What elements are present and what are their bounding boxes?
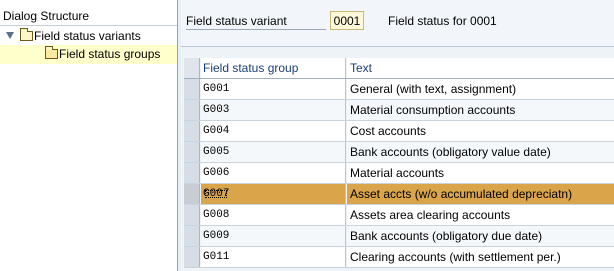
row-selector[interactable] <box>184 121 200 141</box>
tree-node-field-status-variants[interactable]: Field status variants <box>2 27 141 46</box>
table-row-selected[interactable]: G007 Asset accts (w/o accumulated deprec… <box>184 184 614 205</box>
header-area: Field status variant 0001 Field status f… <box>181 0 614 47</box>
row-selector[interactable] <box>184 226 200 246</box>
table-row[interactable]: G011 Clearing accounts (with settlement … <box>184 247 614 268</box>
table-header-row: Field status group Text <box>184 58 614 79</box>
row-selector[interactable] <box>184 184 200 204</box>
column-header-field-status-group[interactable]: Field status group <box>201 58 346 78</box>
text-cell[interactable]: Bank accounts (obligatory value date) <box>347 142 614 162</box>
text-cell[interactable]: Bank accounts (obligatory due date) <box>347 226 614 246</box>
focused-cell-value[interactable]: G007 <box>203 188 229 200</box>
text-cell[interactable]: Assets area clearing accounts <box>347 205 614 225</box>
dialog-structure-title: Dialog Structure <box>0 0 177 26</box>
field-status-variant-label: Field status variant <box>186 14 287 28</box>
field-status-group-cell[interactable]: G009 <box>201 226 346 246</box>
text-cell[interactable]: Asset accts (w/o accumulated depreciatn) <box>347 184 614 204</box>
field-status-groups-table: Field status group Text G001 General (wi… <box>184 58 614 268</box>
field-status-group-cell[interactable]: G004 <box>201 121 346 141</box>
folder-icon <box>20 28 33 41</box>
field-status-group-cell[interactable]: G001 <box>201 79 346 99</box>
open-folder-icon <box>45 46 58 59</box>
row-selector[interactable] <box>184 247 200 267</box>
row-selector[interactable] <box>184 142 200 162</box>
expand-triangle-icon[interactable] <box>6 32 14 39</box>
row-selector[interactable] <box>184 163 200 183</box>
text-cell[interactable]: General (with text, assignment) <box>347 79 614 99</box>
main-content: Field status variant 0001 Field status f… <box>181 0 614 271</box>
field-status-variant-value: 0001 <box>330 11 364 30</box>
tree-node-label: Field status groups <box>59 47 161 61</box>
field-status-group-cell[interactable]: G011 <box>201 247 346 267</box>
tree-node-field-status-groups[interactable]: Field status groups <box>0 45 177 64</box>
tree-node-label: Field status variants <box>34 29 141 43</box>
table-row[interactable]: G008 Assets area clearing accounts <box>184 205 614 226</box>
text-cell[interactable]: Cost accounts <box>347 121 614 141</box>
field-status-group-cell[interactable]: G006 <box>201 163 346 183</box>
column-header-text[interactable]: Text <box>347 58 614 78</box>
table-row[interactable]: G005 Bank accounts (obligatory value dat… <box>184 142 614 163</box>
field-status-variant-description: Field status for 0001 <box>388 14 497 28</box>
field-status-group-cell[interactable]: G003 <box>201 100 346 120</box>
table-row[interactable]: G009 Bank accounts (obligatory due date) <box>184 226 614 247</box>
field-status-group-cell[interactable]: G005 <box>201 142 346 162</box>
row-selector[interactable] <box>184 205 200 225</box>
table-row[interactable]: G001 General (with text, assignment) <box>184 79 614 100</box>
field-status-group-cell[interactable]: G007 <box>201 184 346 204</box>
select-all-cell[interactable] <box>184 58 200 78</box>
text-cell[interactable]: Clearing accounts (with settlement per.) <box>347 247 614 267</box>
table-row[interactable]: G006 Material accounts <box>184 163 614 184</box>
table-row[interactable]: G004 Cost accounts <box>184 121 614 142</box>
row-selector[interactable] <box>184 79 200 99</box>
dialog-structure-panel: Dialog Structure Field status variants F… <box>0 0 178 271</box>
text-cell[interactable]: Material consumption accounts <box>347 100 614 120</box>
text-cell[interactable]: Material accounts <box>347 163 614 183</box>
table-row[interactable]: G003 Material consumption accounts <box>184 100 614 121</box>
row-selector[interactable] <box>184 100 200 120</box>
label-underline <box>186 29 326 30</box>
field-status-group-cell[interactable]: G008 <box>201 205 346 225</box>
